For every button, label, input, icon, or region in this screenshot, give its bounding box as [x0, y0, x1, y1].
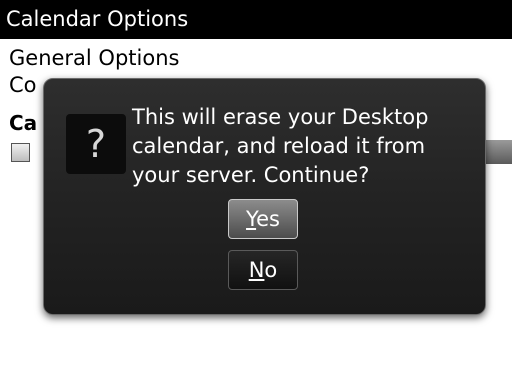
yes-label-rest: es — [256, 207, 280, 231]
dialog-message: This will erase your Desktop calendar, a… — [132, 105, 429, 187]
no-button[interactable]: No — [228, 250, 298, 290]
yes-button[interactable]: Yes — [228, 199, 298, 239]
window-title: Calendar Options — [0, 0, 512, 39]
no-mnemonic: N — [248, 258, 265, 282]
general-options-item[interactable]: General Options — [9, 44, 179, 72]
conflict-options-item[interactable]: Co — [9, 71, 37, 99]
calendar-section-heading: Ca — [9, 111, 38, 135]
yes-mnemonic: Y — [246, 207, 257, 231]
no-label-rest: o — [264, 258, 278, 282]
calendar-checkbox[interactable] — [11, 143, 30, 162]
question-icon: ? — [66, 114, 126, 174]
confirm-dialog: ? This will erase your Desktop calendar,… — [43, 78, 486, 315]
